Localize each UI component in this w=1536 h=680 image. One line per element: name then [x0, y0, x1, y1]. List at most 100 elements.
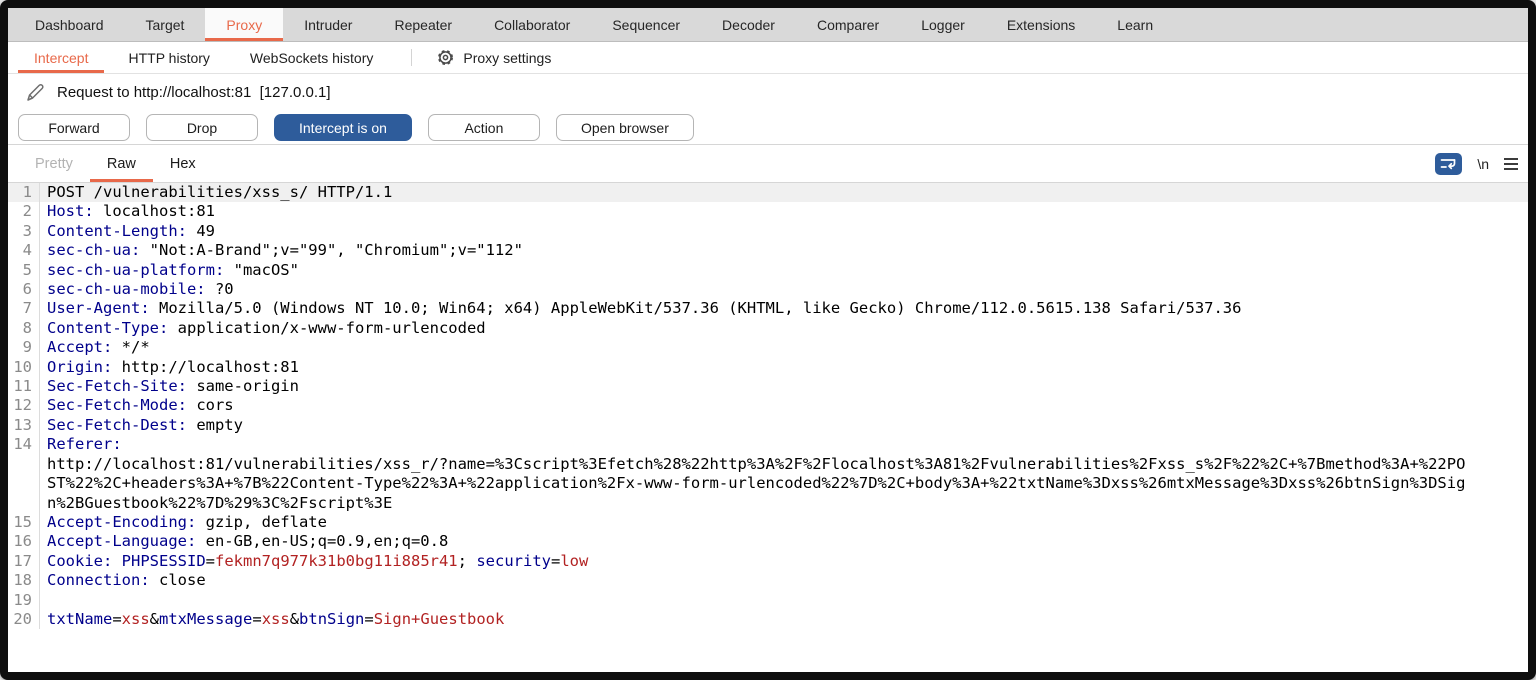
- tab-learn[interactable]: Learn: [1096, 8, 1174, 41]
- editor-line[interactable]: 15Accept-Encoding: gzip, deflate: [8, 513, 1528, 532]
- tab-extensions[interactable]: Extensions: [986, 8, 1096, 41]
- line-content: [40, 591, 47, 610]
- line-segment: empty: [187, 416, 243, 434]
- view-tab-raw[interactable]: Raw: [90, 145, 153, 182]
- line-content: Accept: */*: [40, 338, 150, 357]
- line-segment: 49: [187, 222, 215, 240]
- hamburger-menu-icon[interactable]: [1504, 158, 1518, 170]
- line-segment: Sec-Fetch-Mode:: [47, 396, 187, 414]
- line-segment: "Not:A-Brand";v="99", "Chromium";v="112": [140, 241, 523, 259]
- line-segment: sec-ch-ua-mobile:: [47, 280, 206, 298]
- sub-tab-http-history[interactable]: HTTP history: [112, 42, 225, 73]
- editor-line[interactable]: 16Accept-Language: en-GB,en-US;q=0.9,en;…: [8, 532, 1528, 551]
- line-content: Referer:: [40, 435, 122, 454]
- editor-line[interactable]: 20txtName=xss&mtxMessage=xss&btnSign=Sig…: [8, 610, 1528, 629]
- editor-line[interactable]: 9Accept: */*: [8, 338, 1528, 357]
- line-content: sec-ch-ua-mobile: ?0: [40, 280, 234, 299]
- tab-collaborator[interactable]: Collaborator: [473, 8, 591, 41]
- line-segment: =: [252, 610, 261, 628]
- editor-line[interactable]: 14 Referer:: [8, 435, 1528, 454]
- editor-line[interactable]: http://localhost:81/vulnerabilities/xss_…: [8, 455, 1528, 474]
- sub-tab-websockets-history[interactable]: WebSockets history: [234, 42, 389, 73]
- editor-line[interactable]: 10Origin: http://localhost:81: [8, 358, 1528, 377]
- intercept-toolbar: Forward Drop Intercept is on Action Open bro…: [8, 111, 1528, 145]
- editor-line[interactable]: 19: [8, 591, 1528, 610]
- line-segment: sec-ch-ua:: [47, 241, 140, 259]
- line-content: Host: localhost:81: [40, 202, 215, 221]
- line-content: Sec-Fetch-Dest: empty: [40, 416, 243, 435]
- action-button[interactable]: Action: [428, 114, 540, 141]
- show-newlines-toggle[interactable]: \n: [1477, 156, 1489, 172]
- tab-logger[interactable]: Logger: [900, 8, 986, 41]
- line-segment: xss: [122, 610, 150, 628]
- editor-line[interactable]: 1 POST /vulnerabilities/xss_s/ HTTP/1.1: [8, 183, 1528, 202]
- line-number: 13: [8, 416, 40, 435]
- editor-line[interactable]: 12Sec-Fetch-Mode: cors: [8, 396, 1528, 415]
- editor-line[interactable]: 5sec-ch-ua-platform: "macOS": [8, 261, 1528, 280]
- editor-line[interactable]: 11Sec-Fetch-Site: same-origin: [8, 377, 1528, 396]
- tab-repeater[interactable]: Repeater: [373, 8, 473, 41]
- line-content: n%2BGuestbook%22%7D%29%3C%2Fscript%3E: [40, 494, 392, 513]
- editor-line[interactable]: 6sec-ch-ua-mobile: ?0: [8, 280, 1528, 299]
- main-tab-bar: DashboardTargetProxyIntruderRepeaterColl…: [8, 8, 1528, 42]
- line-segment: =: [364, 610, 373, 628]
- line-segment: en-GB,en-US;q=0.9,en;q=0.8: [196, 532, 448, 550]
- line-segment: Sec-Fetch-Site:: [47, 377, 187, 395]
- tab-comparer[interactable]: Comparer: [796, 8, 900, 41]
- editor-line[interactable]: 2Host: localhost:81: [8, 202, 1528, 221]
- line-number: 14: [8, 435, 40, 454]
- intercept-is-on-button[interactable]: Intercept is on: [274, 114, 412, 141]
- line-content: txtName=xss&mtxMessage=xss&btnSign=Sign+…: [40, 610, 504, 629]
- request-editor[interactable]: 1POST /vulnerabilities/xss_s/ HTTP/1.12H…: [8, 183, 1528, 629]
- view-tab-list: PrettyRawHex: [18, 145, 213, 182]
- line-segment: Content-Type:: [47, 319, 168, 337]
- editor-line[interactable]: 3Content-Length: 49: [8, 222, 1528, 241]
- line-segment: &: [150, 610, 159, 628]
- intercept-request-banner: Request to http://localhost:81 [127.0.0.…: [8, 74, 1528, 111]
- word-wrap-icon[interactable]: [1435, 153, 1462, 175]
- line-segment: n%2BGuestbook%22%7D%29%3C%2Fscript%3E: [47, 494, 392, 512]
- editor-line[interactable]: 17Cookie: PHPSESSID=fekmn7q977k31b0bg11i…: [8, 552, 1528, 571]
- line-segment: btnSign: [299, 610, 364, 628]
- editor-line[interactable]: 13Sec-Fetch-Dest: empty: [8, 416, 1528, 435]
- line-number: 1: [8, 183, 40, 202]
- sub-tab-intercept[interactable]: Intercept: [18, 42, 104, 73]
- view-tab-hex[interactable]: Hex: [153, 145, 213, 182]
- line-segment: ST%22%2C+headers%3A+%7B%22Content-Type%2…: [47, 474, 1465, 492]
- editor-line[interactable]: 7User-Agent: Mozilla/5.0 (Windows NT 10.…: [8, 299, 1528, 318]
- editor-line[interactable]: n%2BGuestbook%22%7D%29%3C%2Fscript%3E: [8, 494, 1528, 513]
- line-content: Accept-Encoding: gzip, deflate: [40, 513, 327, 532]
- line-content: sec-ch-ua: "Not:A-Brand";v="99", "Chromi…: [40, 241, 523, 260]
- line-content: Cookie: PHPSESSID=fekmn7q977k31b0bg11i88…: [40, 552, 588, 571]
- line-content: Content-Length: 49: [40, 222, 215, 241]
- line-segment: localhost:81: [94, 202, 215, 220]
- editor-line[interactable]: ST%22%2C+headers%3A+%7B%22Content-Type%2…: [8, 474, 1528, 493]
- tab-proxy[interactable]: Proxy: [205, 8, 283, 41]
- line-segment: Origin:: [47, 358, 112, 376]
- line-content: Origin: http://localhost:81: [40, 358, 299, 377]
- request-banner-text: Request to http://localhost:81 [127.0.0.…: [57, 84, 331, 101]
- line-segment: User-Agent:: [47, 299, 150, 317]
- line-number: 4: [8, 241, 40, 260]
- line-segment: */*: [112, 338, 149, 356]
- tab-decoder[interactable]: Decoder: [701, 8, 796, 41]
- editor-line[interactable]: 8Content-Type: application/x-www-form-ur…: [8, 319, 1528, 338]
- tab-sequencer[interactable]: Sequencer: [591, 8, 701, 41]
- tab-intruder[interactable]: Intruder: [283, 8, 373, 41]
- line-number: 2: [8, 202, 40, 221]
- line-segment: POST /vulnerabilities/xss_s/ HTTP/1.1: [47, 183, 392, 201]
- line-segment: Cookie:: [47, 552, 112, 570]
- editor-line[interactable]: 4sec-ch-ua: "Not:A-Brand";v="99", "Chrom…: [8, 241, 1528, 260]
- tab-dashboard[interactable]: Dashboard: [14, 8, 125, 41]
- line-segment: Referer:: [47, 435, 122, 453]
- tab-target[interactable]: Target: [125, 8, 206, 41]
- drop-button[interactable]: Drop: [146, 114, 258, 141]
- forward-button[interactable]: Forward: [18, 114, 130, 141]
- line-number: 15: [8, 513, 40, 532]
- view-tab-pretty[interactable]: Pretty: [18, 145, 90, 182]
- line-segment: same-origin: [187, 377, 299, 395]
- line-number: 8: [8, 319, 40, 338]
- editor-line[interactable]: 18Connection: close: [8, 571, 1528, 590]
- open-browser-button[interactable]: Open browser: [556, 114, 694, 141]
- proxy-settings-button[interactable]: Proxy settings: [426, 42, 561, 73]
